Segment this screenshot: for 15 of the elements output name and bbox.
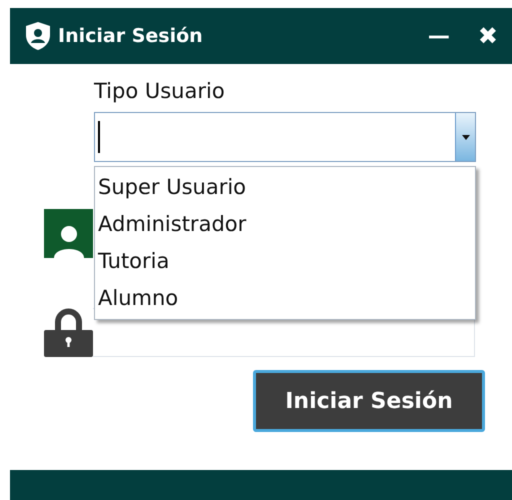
text-cursor xyxy=(98,121,100,153)
dropdown-option[interactable]: Alumno xyxy=(98,280,475,317)
shield-user-icon xyxy=(26,22,50,50)
close-button[interactable]: ✖ xyxy=(474,18,502,54)
user-type-combo[interactable] xyxy=(94,112,476,162)
dropdown-option[interactable]: Administrador xyxy=(98,206,475,243)
field-label: Tipo Usuario xyxy=(94,78,226,105)
lock-icon xyxy=(44,308,93,357)
minimize-button[interactable]: — xyxy=(420,20,458,52)
login-button[interactable]: Iniciar Sesión xyxy=(253,370,485,432)
window-title: Iniciar Sesión xyxy=(58,24,203,49)
caret-icon xyxy=(462,134,470,140)
dropdown-arrow-button[interactable] xyxy=(455,113,475,161)
dropdown-option[interactable]: Super Usuario xyxy=(98,169,475,206)
dropdown-option[interactable]: Tutoria xyxy=(98,243,475,280)
